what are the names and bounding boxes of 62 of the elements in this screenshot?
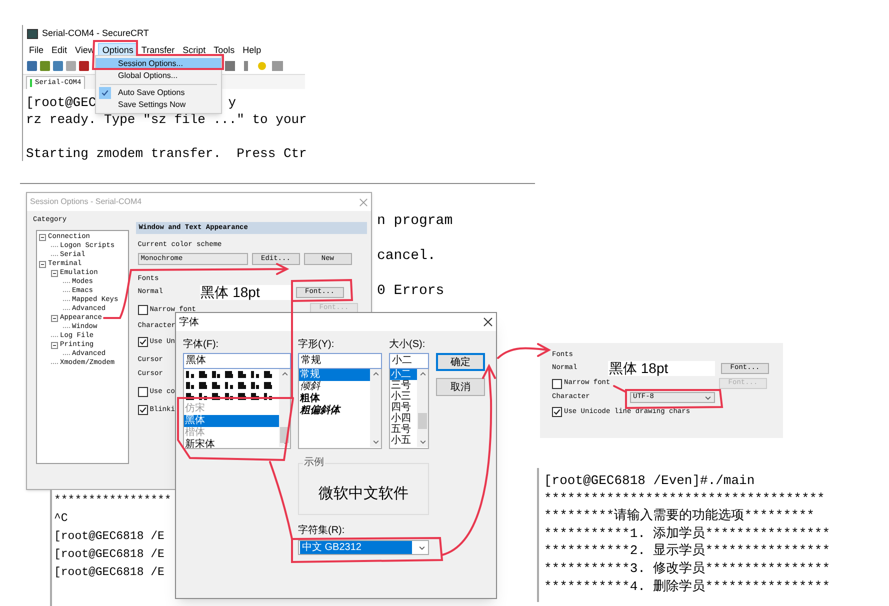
menu-item[interactable]: Script [178, 42, 210, 58]
menu-item[interactable]: Help [238, 42, 266, 58]
font-field: 黑体 18pt [608, 361, 715, 376]
terminal-line: ***********1. 添加学员**************** [544, 524, 832, 542]
button[interactable]: 确定 [436, 353, 485, 371]
terminal-line: [root@GEC [26, 94, 96, 111]
menu-item[interactable]: Edit [48, 42, 72, 58]
terminal-line: Starting zmodem transfer. Press Ctr [26, 145, 307, 162]
menu-item[interactable]: Transfer [137, 42, 179, 58]
font-field: 黑体 18pt [200, 285, 292, 300]
menu-item[interactable]: Tools [210, 42, 239, 58]
text-field[interactable]: 常规 [298, 353, 382, 369]
list-item[interactable]: 粗偏斜体 [299, 405, 370, 417]
terminal-line: *********请输入需要的功能选项********* [544, 507, 816, 525]
group-label: 示例 [303, 457, 325, 469]
terminal-line: ************************************ [544, 490, 826, 508]
menu-item-label: Session Options... [118, 58, 183, 70]
list-item[interactable]: 倾斜 [299, 381, 370, 393]
field-label: 字形(Y): [298, 339, 336, 351]
terminal-line: [root@GEC6818 /Even]#./main [544, 472, 756, 490]
dialog-title: Session Options - Serial-COM4 [30, 196, 142, 208]
terminal-line: ***********4. 删除学员**************** [544, 578, 832, 596]
list-item[interactable]: 小四 [390, 413, 417, 424]
terminal-line: y [228, 94, 236, 111]
list-item[interactable]: 五号 [390, 424, 417, 435]
terminal-line: 0 Errors [377, 282, 446, 300]
list-item[interactable]: 新宋体 [184, 439, 279, 448]
list-item[interactable]: 小五 [390, 435, 417, 446]
list-item[interactable]: 小三 [390, 391, 417, 402]
list-item[interactable]: 粗体 [299, 393, 370, 405]
list-item[interactable]: 四号 [390, 402, 417, 413]
menu-item[interactable]: Auto Save Options [96, 87, 221, 99]
list-item[interactable]: 黑体 [184, 415, 279, 427]
field-label: 大小(S): [389, 339, 426, 351]
sample-text: 微软中文软件 [318, 484, 408, 504]
list-item[interactable]: 常规 [299, 369, 370, 381]
list-item[interactable]: 小二 [390, 369, 417, 380]
terminal-line: ***************** [54, 493, 172, 509]
terminal-line: ^C [54, 511, 69, 527]
menu-item[interactable]: Global Options... [96, 70, 221, 82]
menu-item-label: Save Settings Now [118, 99, 186, 111]
list-item[interactable]: 三号 [390, 380, 417, 391]
dialog-title: 字体 [179, 316, 199, 330]
charset-dropdown[interactable]: 中文 GB2312 [298, 540, 429, 555]
terminal-line: cancel. [377, 247, 437, 265]
terminal-line: ***********3. 修改学员**************** [544, 560, 832, 578]
terminal-line: n program [377, 212, 453, 230]
terminal-line: [root@GEC6818 /E [54, 547, 166, 563]
menu-item[interactable]: Save Settings Now [96, 99, 221, 111]
terminal-line: [root@GEC6818 /E [54, 565, 166, 581]
terminal-line: [root@GEC6818 /E [54, 529, 166, 545]
text-field[interactable]: 黑体 [183, 353, 291, 369]
button[interactable]: 取消 [436, 378, 485, 396]
field-label: 字符集(R): [298, 525, 346, 537]
menu-item-label: Global Options... [118, 70, 178, 82]
dropdown-value: 中文 GB2312 [300, 541, 412, 554]
menu-item-label: Auto Save Options [118, 87, 185, 99]
terminal-line: ***********2. 显示学员**************** [544, 542, 832, 560]
menu-item[interactable]: File [25, 42, 48, 58]
window-title: Serial-COM4 - SecureCRT [42, 26, 149, 40]
field-label: 字体(F): [183, 339, 220, 351]
text-field[interactable]: 小二 [389, 353, 429, 369]
